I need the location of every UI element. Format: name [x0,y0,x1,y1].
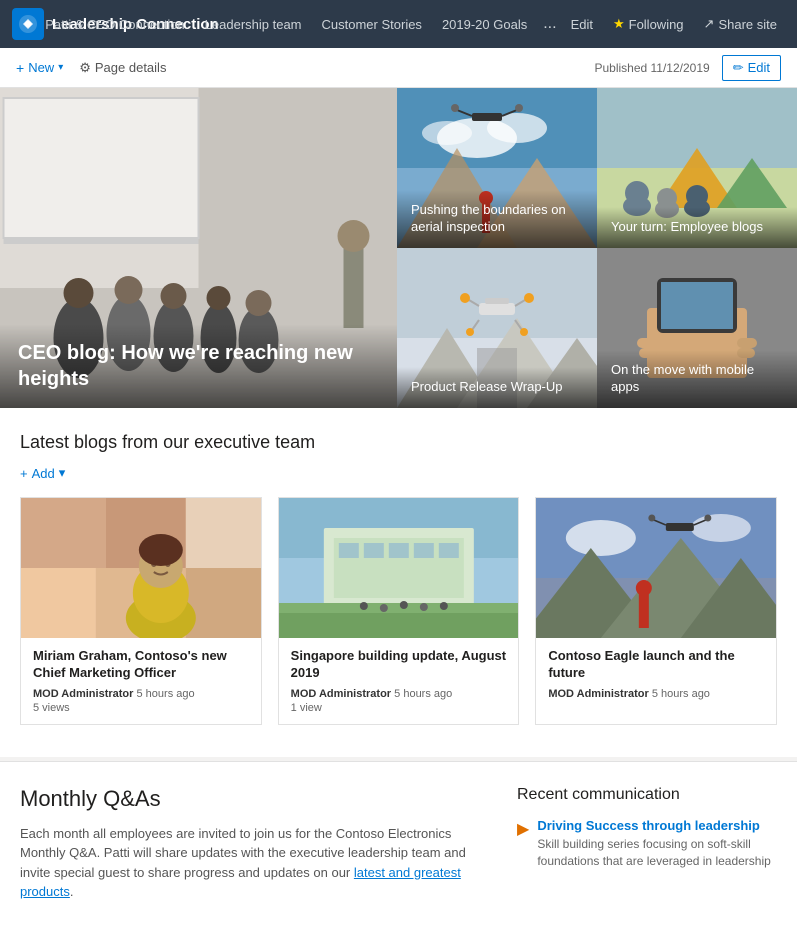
comm-item-desc: Skill building series focusing on soft-s… [537,836,777,870]
edit-button[interactable]: ✏ Edit [722,55,781,81]
chevron-down-icon: ▾ [58,62,63,73]
hero-camping-overlay: Your turn: Employee blogs [597,207,797,248]
comm-item-title[interactable]: Driving Success through leadership [537,818,777,833]
share-label: Share site [718,17,777,32]
blog-title-singapore: Singapore building update, August 2019 [291,648,507,682]
comm-arrow-icon: ▶ [517,819,529,839]
nav-more-button[interactable]: ... [537,0,562,48]
published-status: Published 11/12/2019 [594,61,709,75]
recent-comm-title: Recent communication [517,786,777,804]
nav-share-button[interactable]: ↗ Share site [696,0,785,48]
nav-link-goals[interactable]: 2019-20 Goals [432,0,537,48]
hero-main[interactable]: CEO blog: How we're reaching new heights [0,88,397,408]
add-chevron-icon: ▾ [59,465,66,481]
bottom-section: Monthly Q&As Each month all employees ar… [0,761,797,926]
blog-img-miriam [21,498,261,638]
blogs-grid: Miriam Graham, Contoso's new Chief Marke… [20,497,777,725]
hero-main-caption: CEO blog: How we're reaching new heights [18,340,379,392]
page-details-label: Page details [95,60,167,75]
monthly-qa-title: Monthly Q&As [20,786,497,812]
page-details-button[interactable]: ⚙ Page details [79,60,166,76]
hero-cell-mobile[interactable]: On the move with mobile apps [597,248,797,408]
blog-card-singapore-content: Singapore building update, August 2019 M… [279,638,519,724]
nav-link-customer-stories[interactable]: Customer Stories [312,0,432,48]
following-label: Following [629,17,684,32]
monthly-qa-link[interactable]: latest and greatest products [20,865,461,900]
hero-drone-road-overlay: Product Release Wrap-Up [397,367,597,408]
hero-drone-sky-overlay: Pushing the boundaries on aerial inspect… [397,190,597,248]
hero-mobile-caption: On the move with mobile apps [611,362,783,396]
blogs-section: Latest blogs from our executive team + A… [0,408,797,757]
new-label: New [28,60,54,75]
blog-img-eagle [536,498,776,638]
blog-author-eagle: MOD Administrator [548,688,648,700]
blog-author-singapore: MOD Administrator [291,688,391,700]
blog-views-miriam: 5 views [33,702,249,714]
toolbar-right: Published 11/12/2019 ✏ Edit [594,55,781,81]
share-icon: ↗ [704,16,715,32]
hero-mobile-overlay: On the move with mobile apps [597,350,797,408]
toolbar-left: + New ▾ ⚙ Page details [16,60,594,76]
hero-cell-drone-road[interactable]: Product Release Wrap-Up [397,248,597,408]
monthly-qa-body: Each month all employees are invited to … [20,824,497,902]
blog-time-singapore-val: 5 hours ago [394,688,452,700]
blog-card-eagle[interactable]: Contoso Eagle launch and the future MOD … [535,497,777,725]
comm-item-content: Driving Success through leadership Skill… [537,818,777,870]
add-bar[interactable]: + Add ▾ [20,465,777,481]
star-icon: ★ [613,16,625,32]
nav-following-button[interactable]: ★ Following [605,0,692,48]
blog-author-miriam: MOD Administrator [33,688,133,700]
nav-link-leadership-team[interactable]: Leadership team [195,0,312,48]
add-plus-icon: + [20,466,28,481]
blog-meta-miriam: MOD Administrator 5 hours ago [33,688,249,700]
recent-comm: Recent communication ▶ Driving Success t… [517,786,777,902]
nav-actions: Edit ★ Following ↗ Share site [563,0,785,48]
blog-meta-eagle: MOD Administrator 5 hours ago [548,688,764,700]
nav-link-patti-ceo[interactable]: Patti & CEO Connection [35,0,194,48]
hero-camping-caption: Your turn: Employee blogs [611,219,783,236]
gear-icon: ⚙ [79,60,91,76]
blog-meta-singapore: MOD Administrator 5 hours ago [291,688,507,700]
blog-views-singapore: 1 view [291,702,507,714]
blog-card-miriam-content: Miriam Graham, Contoso's new Chief Marke… [21,638,261,724]
blog-title-eagle: Contoso Eagle launch and the future [548,648,764,682]
pencil-icon: ✏ [733,60,744,76]
plus-icon: + [16,60,24,76]
add-label: Add [32,466,55,481]
blogs-section-title: Latest blogs from our executive team [20,432,777,453]
comm-item: ▶ Driving Success through leadership Ski… [517,818,777,870]
monthly-qa: Monthly Q&As Each month all employees ar… [20,786,497,902]
hero-grid: CEO blog: How we're reaching new heights [0,88,797,408]
blog-img-singapore [279,498,519,638]
nav-links: Patti & CEO Connection Leadership team C… [35,0,562,48]
hero-drone-sky-caption: Pushing the boundaries on aerial inspect… [411,202,583,236]
top-nav: Leadership Connection Patti & CEO Connec… [0,0,797,48]
hero-cell-drone-sky[interactable]: Pushing the boundaries on aerial inspect… [397,88,597,248]
blog-card-eagle-content: Contoso Eagle launch and the future MOD … [536,638,776,712]
edit-label: Edit [748,60,770,75]
page-toolbar: + New ▾ ⚙ Page details Published 11/12/2… [0,48,797,88]
blog-title-miriam: Miriam Graham, Contoso's new Chief Marke… [33,648,249,682]
nav-edit-button[interactable]: Edit [563,0,601,48]
hero-cell-camping[interactable]: Your turn: Employee blogs [597,88,797,248]
new-button[interactable]: + New ▾ [16,60,63,76]
blog-time-miriam-val: 5 hours ago [137,688,195,700]
hero-drone-road-caption: Product Release Wrap-Up [411,379,583,396]
blog-card-singapore[interactable]: Singapore building update, August 2019 M… [278,497,520,725]
site-logo[interactable]: Leadership Connection [12,8,15,40]
hero-main-overlay: CEO blog: How we're reaching new heights [0,324,397,408]
blog-card-miriam[interactable]: Miriam Graham, Contoso's new Chief Marke… [20,497,262,725]
blog-time-eagle-val: 5 hours ago [652,688,710,700]
